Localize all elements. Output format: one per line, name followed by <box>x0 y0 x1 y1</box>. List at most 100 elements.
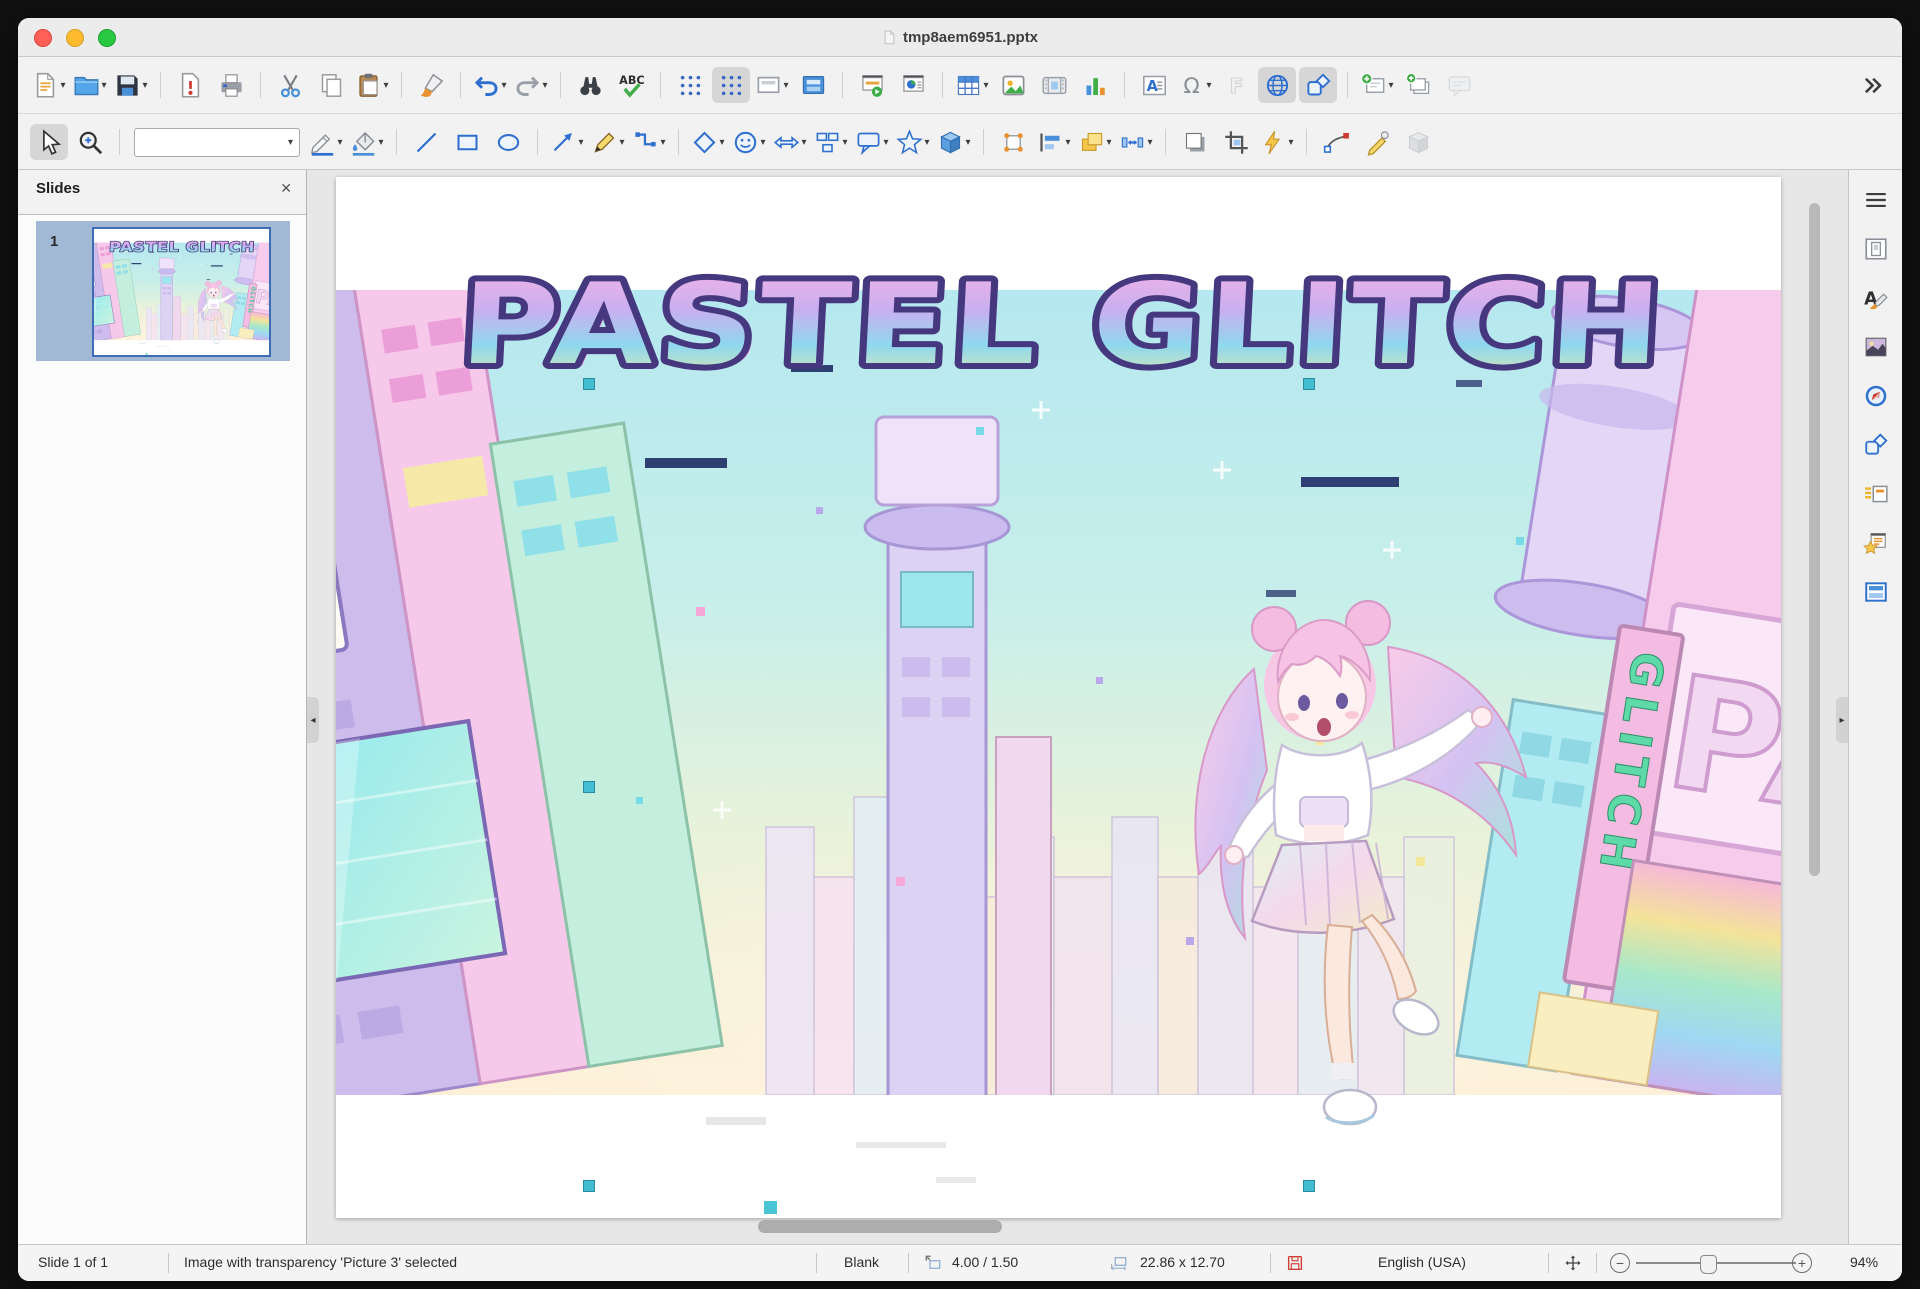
window-title: tmp8aem6951.pptx <box>903 29 1038 46</box>
fit-slide-icon[interactable] <box>1564 1254 1582 1272</box>
vertical-scrollbar[interactable] <box>1809 203 1820 876</box>
callout-shapes[interactable]: ▾ <box>853 124 891 160</box>
slide-1[interactable] <box>336 177 1781 1218</box>
zoom-level-status[interactable]: 94% <box>1850 1245 1878 1280</box>
rotate[interactable] <box>994 124 1032 160</box>
selection-handle-top-left[interactable] <box>583 378 595 390</box>
presentation-settings[interactable] <box>894 67 932 103</box>
slide-thumbnail-art <box>94 229 269 355</box>
align-objects[interactable]: ▾ <box>1035 124 1073 160</box>
block-arrows[interactable]: ▾ <box>771 124 809 160</box>
copy[interactable] <box>312 67 350 103</box>
zoom-in-button[interactable]: + <box>1792 1253 1812 1273</box>
close-panel-button[interactable]: ✕ <box>280 180 292 197</box>
symbol-shapes[interactable]: ▾ <box>730 124 768 160</box>
redo[interactable]: ▾ <box>512 67 550 103</box>
line-style-combo[interactable]: ▾ <box>134 128 300 157</box>
zoom-slider-thumb[interactable] <box>1700 1255 1717 1274</box>
slide-thumbnail-row[interactable]: 1 <box>36 221 290 361</box>
insert-special-character[interactable]: ▾ <box>1176 67 1214 103</box>
new-slide[interactable] <box>794 67 832 103</box>
master-slide[interactable]: ▾ <box>753 67 791 103</box>
save[interactable]: ▾ <box>112 67 150 103</box>
insert-chart[interactable] <box>1076 67 1114 103</box>
fill-color[interactable]: ▾ <box>348 124 386 160</box>
sidebar-settings[interactable] <box>1858 184 1894 216</box>
crop-image[interactable] <box>1217 124 1255 160</box>
edit-canvas[interactable]: ◂ ▸ <box>307 170 1848 1245</box>
curves-and-polygons[interactable]: ▾ <box>589 124 627 160</box>
clone-formatting[interactable] <box>412 67 450 103</box>
duplicate-slide[interactable] <box>1399 67 1437 103</box>
properties-deck[interactable] <box>1858 233 1894 265</box>
language-status[interactable]: English (USA) <box>1378 1245 1466 1280</box>
distribute-selection[interactable]: ▾ <box>1117 124 1155 160</box>
animstar-icon <box>1863 530 1889 556</box>
cut[interactable] <box>271 67 309 103</box>
zoom-out-button[interactable]: − <box>1610 1253 1630 1273</box>
basic-shapes[interactable]: ▾ <box>689 124 727 160</box>
arrange[interactable]: ▾ <box>1076 124 1114 160</box>
selection-handle-bottom-left[interactable] <box>583 1180 595 1192</box>
zoom-and-pan[interactable] <box>71 124 109 160</box>
insert-line[interactable] <box>407 124 445 160</box>
slide-layout-status[interactable]: Blank <box>844 1245 879 1280</box>
omega-icon <box>1178 72 1205 99</box>
toolbar-overflow[interactable] <box>1852 67 1890 103</box>
flowchart-shapes[interactable]: ▾ <box>812 124 850 160</box>
insert-text-box[interactable] <box>1135 67 1173 103</box>
insert-fontwork[interactable] <box>1217 67 1255 103</box>
gallery-deck[interactable] <box>1858 331 1894 363</box>
distribute-icon <box>1119 129 1146 156</box>
3d-objects[interactable]: ▾ <box>935 124 973 160</box>
styles-deck[interactable] <box>1858 282 1894 314</box>
horizontal-scrollbar[interactable] <box>758 1220 1002 1233</box>
unsaved-changes-icon[interactable] <box>1286 1254 1304 1272</box>
slide-transition-deck[interactable] <box>1858 478 1894 510</box>
open[interactable]: ▾ <box>71 67 109 103</box>
undo[interactable]: ▾ <box>471 67 509 103</box>
start-from-first-slide[interactable] <box>853 67 891 103</box>
toggle-extrusion[interactable] <box>1399 124 1437 160</box>
arrowline-icon <box>550 129 577 156</box>
display-grid[interactable] <box>671 67 709 103</box>
spelling[interactable] <box>612 67 650 103</box>
insert-media[interactable] <box>1035 67 1073 103</box>
select[interactable] <box>30 124 68 160</box>
lines-and-arrows[interactable]: ▾ <box>548 124 586 160</box>
master-slides-deck[interactable] <box>1858 576 1894 608</box>
insert-comment[interactable] <box>1440 67 1478 103</box>
edit-points[interactable] <box>1317 124 1355 160</box>
new-page[interactable]: ▾ <box>1358 67 1396 103</box>
selection-handle-top-center[interactable] <box>1303 378 1315 390</box>
new-document[interactable]: ▾ <box>30 67 68 103</box>
menu-icon <box>1863 187 1889 213</box>
find-and-replace[interactable] <box>571 67 609 103</box>
navigator-deck[interactable] <box>1858 380 1894 412</box>
insert-hyperlink[interactable] <box>1258 67 1296 103</box>
titlebar[interactable]: tmp8aem6951.pptx <box>18 18 1902 57</box>
star-icon <box>896 129 923 156</box>
print[interactable] <box>212 67 250 103</box>
line-color[interactable]: ▾ <box>307 124 345 160</box>
collapse-sidebar-arrow[interactable]: ▸ <box>1836 697 1848 743</box>
snap-to-grid[interactable] <box>712 67 750 103</box>
show-draw-functions[interactable] <box>1299 67 1337 103</box>
stars-and-banners[interactable]: ▾ <box>894 124 932 160</box>
animation-deck[interactable] <box>1858 527 1894 559</box>
image-filter[interactable]: ▾ <box>1258 124 1296 160</box>
shadow[interactable] <box>1176 124 1214 160</box>
shapes-deck[interactable] <box>1858 429 1894 461</box>
selection-handle-middle-left[interactable] <box>583 781 595 793</box>
collapse-slides-panel-arrow[interactable]: ◂ <box>307 697 319 743</box>
show-gluepoint-functions[interactable] <box>1358 124 1396 160</box>
insert-image[interactable] <box>994 67 1032 103</box>
rectangle[interactable] <box>448 124 486 160</box>
connectors[interactable]: ▾ <box>630 124 668 160</box>
insert-table[interactable]: ▾ <box>953 67 991 103</box>
slide-thumbnail[interactable] <box>92 227 271 357</box>
selection-handle-bottom-center[interactable] <box>1303 1180 1315 1192</box>
paste[interactable]: ▾ <box>353 67 391 103</box>
export-pdf[interactable] <box>171 67 209 103</box>
ellipse[interactable] <box>489 124 527 160</box>
